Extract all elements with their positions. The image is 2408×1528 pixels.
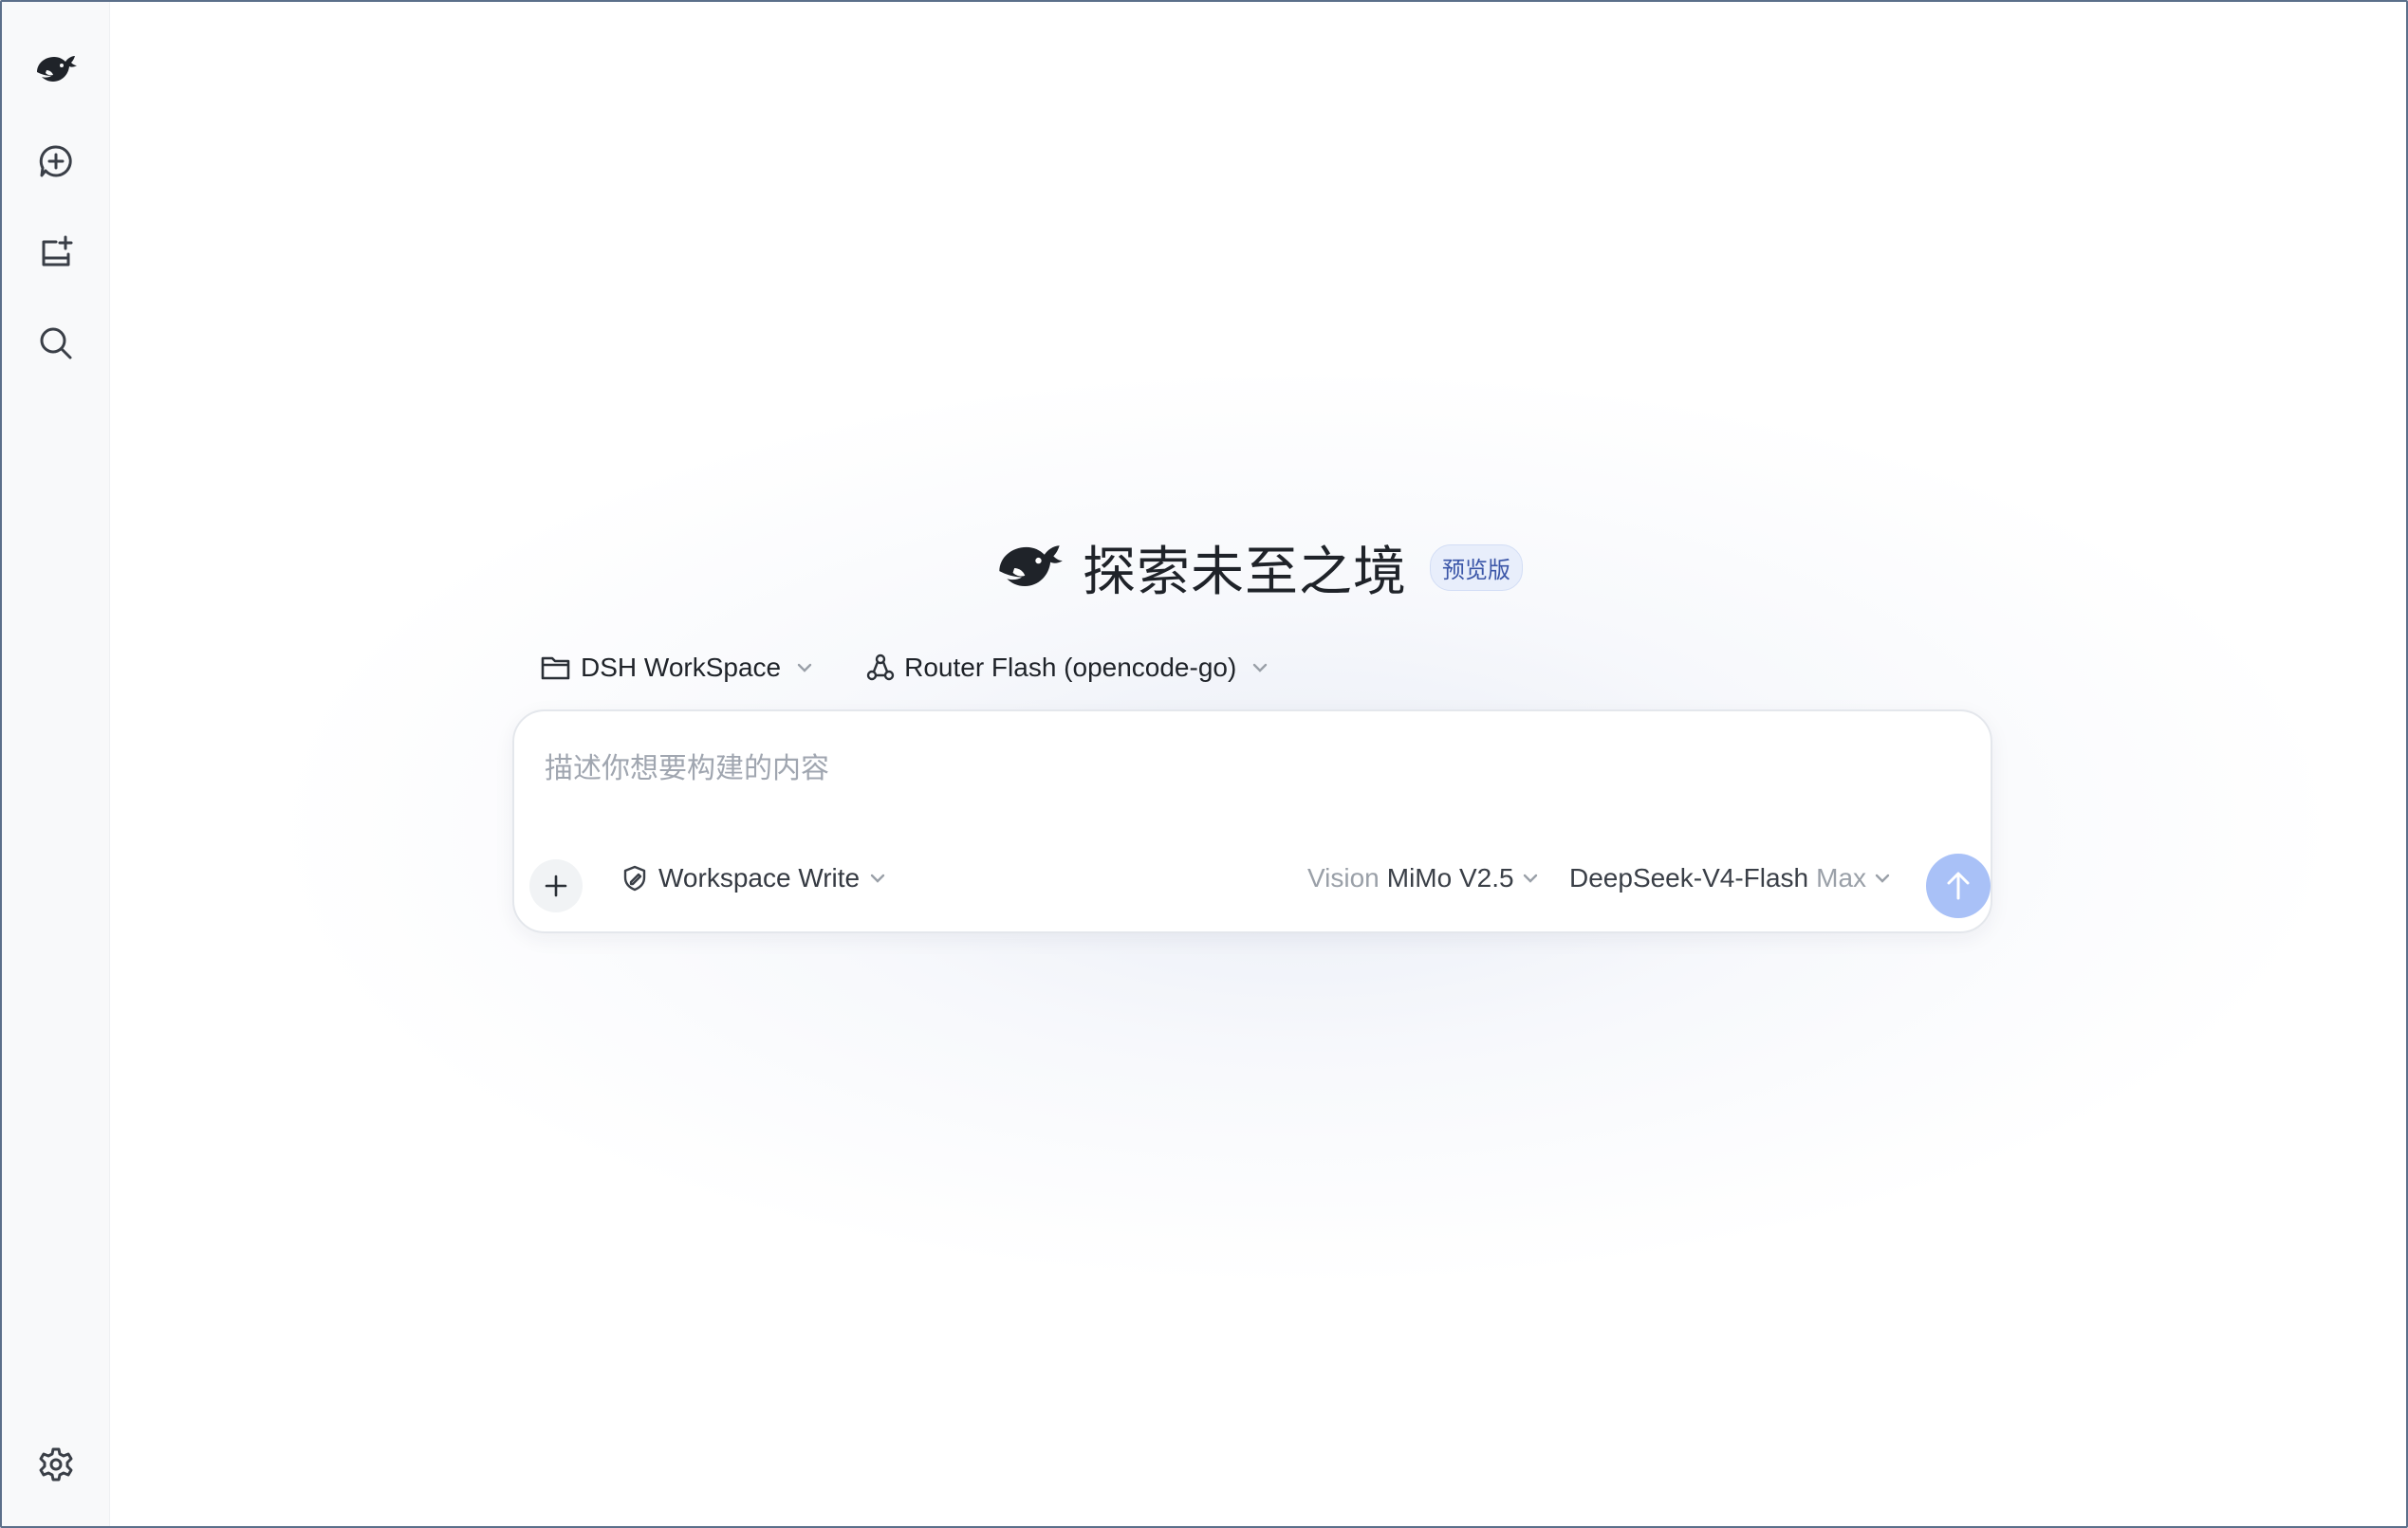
gear-icon[interactable] bbox=[28, 1436, 84, 1493]
chevron-down-icon bbox=[1253, 663, 1268, 672]
main-area: 探索未至之境 预览版 DSH WorkSpace Router Flash (o… bbox=[110, 2, 2406, 1526]
context-pickers: DSH WorkSpace Router Flash (opencode-go) bbox=[533, 647, 1276, 689]
whale-logo-icon[interactable] bbox=[28, 42, 84, 99]
app-window: 探索未至之境 预览版 DSH WorkSpace Router Flash (o… bbox=[0, 0, 2408, 1528]
router-icon bbox=[866, 654, 895, 681]
chevron-down-icon bbox=[797, 663, 812, 672]
new-chat-icon[interactable] bbox=[28, 133, 84, 190]
router-label: Router Flash (opencode-go) bbox=[904, 653, 1237, 682]
permission-mode-picker[interactable]: Workspace Write bbox=[621, 863, 886, 893]
router-picker[interactable]: Router Flash (opencode-go) bbox=[859, 647, 1276, 689]
whale-logo-icon bbox=[999, 544, 1063, 586]
search-icon[interactable] bbox=[28, 315, 84, 372]
workspace-picker[interactable]: DSH WorkSpace bbox=[533, 647, 821, 689]
model-effort-label: Max bbox=[1816, 863, 1867, 893]
model-label: DeepSeek-V4-Flash bbox=[1569, 863, 1809, 893]
hero: 探索未至之境 预览版 bbox=[110, 529, 2406, 606]
chevron-down-icon bbox=[1875, 874, 1890, 883]
model-picker[interactable]: DeepSeek-V4-Flash Max bbox=[1569, 863, 1891, 893]
workspace-label: DSH WorkSpace bbox=[581, 653, 782, 682]
chevron-down-icon bbox=[870, 874, 885, 883]
vision-model-picker[interactable]: Vision MiMo V2.5 bbox=[1307, 863, 1539, 893]
permission-mode-label: Workspace Write bbox=[658, 863, 861, 893]
send-button[interactable] bbox=[1926, 854, 1991, 918]
arrow-up-icon bbox=[1947, 872, 1970, 900]
attach-button[interactable] bbox=[529, 859, 583, 912]
chevron-down-icon bbox=[1523, 874, 1537, 883]
vision-model-label: MiMo V2.5 bbox=[1386, 863, 1514, 893]
page-title: 探索未至之境 bbox=[1083, 542, 1407, 603]
prompt-input[interactable] bbox=[545, 740, 1873, 797]
sidebar bbox=[2, 2, 110, 1526]
new-project-icon[interactable] bbox=[28, 224, 84, 281]
folder-icon bbox=[541, 656, 570, 680]
shield-edit-icon bbox=[623, 865, 646, 892]
preview-badge: 预览版 bbox=[1430, 544, 1523, 591]
vision-prefix: Vision bbox=[1307, 863, 1380, 893]
plus-icon bbox=[545, 874, 567, 897]
composer: Workspace Write Vision MiMo V2.5 DeepSee… bbox=[512, 709, 1992, 933]
